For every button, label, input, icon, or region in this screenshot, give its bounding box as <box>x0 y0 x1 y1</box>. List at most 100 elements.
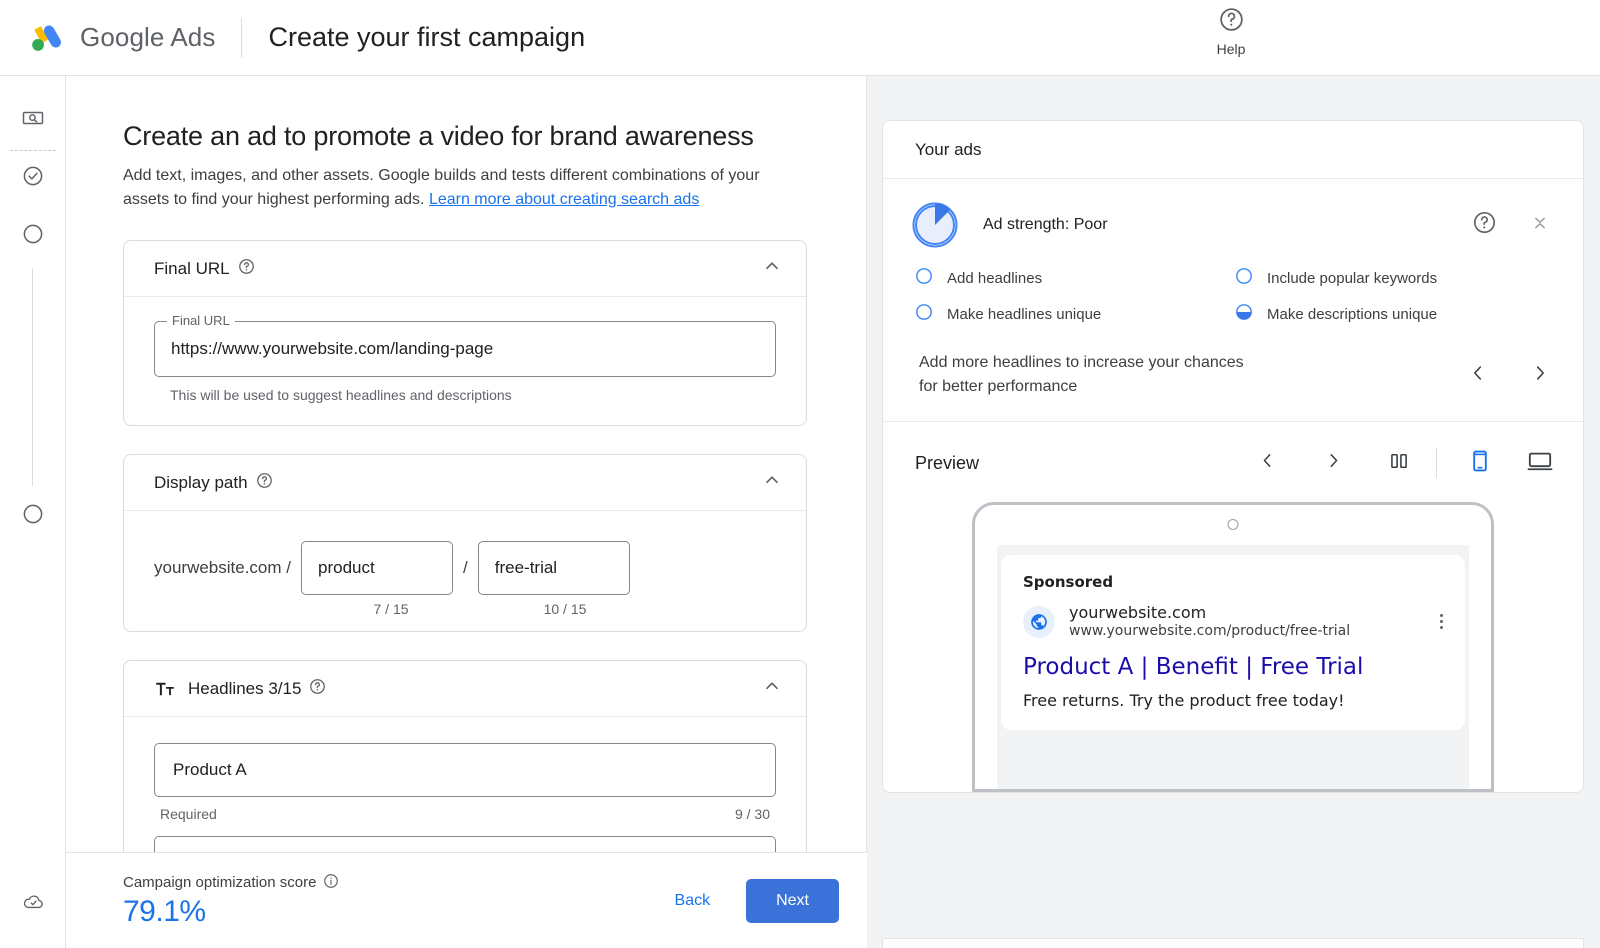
chevron-right-icon <box>1529 362 1551 389</box>
campaign-score-value: 79.1% <box>123 895 339 929</box>
headline-1-value: Product A <box>173 760 247 780</box>
circle-outline-icon <box>21 222 45 251</box>
chevron-up-icon <box>761 255 783 282</box>
display-path-card-header[interactable]: Display path <box>124 455 806 511</box>
campaign-score-block: Campaign optimization score 79.1% <box>123 873 339 929</box>
campaign-score-label-row: Campaign optimization score <box>123 873 339 893</box>
headline-1-meta: Required 9 / 30 <box>154 797 776 822</box>
page-title: Create your first campaign <box>268 22 585 53</box>
recommendation-prev-button[interactable] <box>1463 360 1493 390</box>
preview-toolbar-divider <box>1436 448 1437 478</box>
headline-input-1[interactable]: Product A <box>154 743 776 797</box>
recommendation-row: Add more headlines to increase your chan… <box>883 341 1583 422</box>
preview-mobile-button[interactable] <box>1465 448 1495 478</box>
checklist-label: Make headlines unique <box>947 306 1101 323</box>
rail-item-saved[interactable] <box>17 888 49 920</box>
display-path-2-value: free-trial <box>495 558 557 578</box>
ad-headline[interactable]: Product A | Benefit | Free Trial <box>1023 652 1443 682</box>
chevron-up-icon <box>761 469 783 496</box>
checklist-item-include-popular-keywords[interactable]: Include popular keywords <box>1235 267 1555 289</box>
rail-item-overview[interactable] <box>17 104 49 136</box>
recommendation-next-button[interactable] <box>1525 360 1555 390</box>
section-heading: Create an ad to promote a video for bran… <box>123 121 867 152</box>
preview-toolbar: Preview <box>883 422 1583 498</box>
help-button[interactable]: Help <box>1200 6 1262 57</box>
final-url-hint: This will be used to suggest headlines a… <box>170 387 776 403</box>
preview-desktop-button[interactable] <box>1525 448 1555 478</box>
preview-prev-button[interactable] <box>1252 448 1282 478</box>
checklist-label: Add headlines <box>947 270 1042 287</box>
final-url-input[interactable]: Final URL https://www.yourwebsite.com/la… <box>154 321 776 377</box>
top-app-bar: Google Ads Create your first campaign He… <box>0 0 1600 76</box>
display-path-card-body: yourwebsite.com / product / free-trial 7… <box>124 511 806 631</box>
ad-strength-collapse-button[interactable] <box>1525 210 1555 240</box>
final-url-collapse-button[interactable] <box>758 255 786 283</box>
headlines-card-title: Headlines 3/15 <box>154 678 326 700</box>
mobile-preview-frame: Sponsored yourwebsite.com www.yourwebsit… <box>972 502 1494 792</box>
help-circle-icon[interactable] <box>256 472 273 494</box>
display-path-1-counter: 7 / 15 <box>315 601 467 617</box>
help-circle-icon[interactable] <box>238 258 255 280</box>
final-url-card-header[interactable]: Final URL <box>124 241 806 297</box>
rail-item-step-next[interactable] <box>17 500 49 532</box>
ad-editor-column: Create an ad to promote a video for bran… <box>66 76 867 948</box>
preview-column: Your ads Ad strength: Poor <box>867 76 1600 948</box>
help-circle-icon[interactable] <box>309 678 326 700</box>
ad-preview-card: Sponsored yourwebsite.com www.yourwebsit… <box>1001 555 1465 730</box>
phone-screen: Sponsored yourwebsite.com www.yourwebsit… <box>997 545 1469 789</box>
brand-google-text: Google <box>80 22 164 52</box>
display-path-1-input[interactable]: product <box>301 541 453 595</box>
ad-site-row: yourwebsite.com www.yourwebsite.com/prod… <box>1023 603 1443 640</box>
info-circle-icon[interactable] <box>323 873 339 893</box>
next-button[interactable]: Next <box>746 879 839 923</box>
kebab-menu-icon[interactable] <box>1440 614 1443 629</box>
back-button[interactable]: Back <box>657 882 729 920</box>
circle-empty-icon <box>915 267 933 289</box>
split-view-icon <box>1389 451 1409 476</box>
chevron-up-icon <box>761 675 783 702</box>
your-ads-panel: Your ads Ad strength: Poor <box>882 120 1584 793</box>
headlines-collapse-button[interactable] <box>758 675 786 703</box>
rail-item-step-complete[interactable] <box>17 162 49 194</box>
checklist-item-add-headlines[interactable]: Add headlines <box>915 267 1235 289</box>
text-format-icon <box>154 678 176 700</box>
display-path-collapse-button[interactable] <box>758 469 786 497</box>
final-url-card: Final URL <box>123 240 807 426</box>
phone-camera-icon <box>1228 519 1239 530</box>
unfold-less-icon <box>1530 213 1550 238</box>
checklist-label: Include popular keywords <box>1267 270 1437 287</box>
display-path-2-counter: 10 / 15 <box>489 601 641 617</box>
search-overview-icon <box>21 106 45 135</box>
checklist-item-make-headlines-unique[interactable]: Make headlines unique <box>915 303 1235 325</box>
ad-strength-help-button[interactable] <box>1469 210 1499 240</box>
globe-icon <box>1023 606 1055 638</box>
checklist-item-make-descriptions-unique[interactable]: Make descriptions unique <box>1235 303 1555 325</box>
recommendation-text: Add more headlines to increase your chan… <box>919 351 1249 399</box>
ad-strength-ring-icon <box>911 201 959 249</box>
circle-empty-icon <box>915 303 933 325</box>
final-url-value: https://www.yourwebsite.com/landing-page <box>171 339 493 359</box>
help-label: Help <box>1217 41 1246 57</box>
final-url-card-title: Final URL <box>154 258 255 280</box>
rail-dashed-divider <box>10 150 56 151</box>
preview-split-view-button[interactable] <box>1384 448 1414 478</box>
section-subtext: Add text, images, and other assets. Goog… <box>123 164 795 212</box>
display-path-2-input[interactable]: free-trial <box>478 541 630 595</box>
brand-ads-text: Ads <box>170 22 215 52</box>
headlines-title-text: Headlines 3/15 <box>188 679 301 699</box>
header-divider <box>241 18 242 58</box>
ad-domain: yourwebsite.com <box>1069 603 1350 622</box>
learn-more-link[interactable]: Learn more about creating search ads <box>429 191 699 208</box>
chevron-left-icon <box>1257 450 1278 476</box>
brand-logo-area[interactable]: Google Ads <box>28 19 215 57</box>
display-path-card: Display path <box>123 454 807 632</box>
rail-item-step-current[interactable] <box>17 220 49 252</box>
preview-next-button[interactable] <box>1318 448 1348 478</box>
sponsored-label: Sponsored <box>1023 573 1443 591</box>
display-path-base-domain: yourwebsite.com / <box>154 558 291 578</box>
display-path-counters: 7 / 15 10 / 15 <box>154 595 776 617</box>
checklist-label: Make descriptions unique <box>1267 306 1437 323</box>
ad-strength-row: Ad strength: Poor <box>883 179 1583 261</box>
headlines-card-header[interactable]: Headlines 3/15 <box>124 661 806 717</box>
left-navigation-rail <box>0 76 66 948</box>
